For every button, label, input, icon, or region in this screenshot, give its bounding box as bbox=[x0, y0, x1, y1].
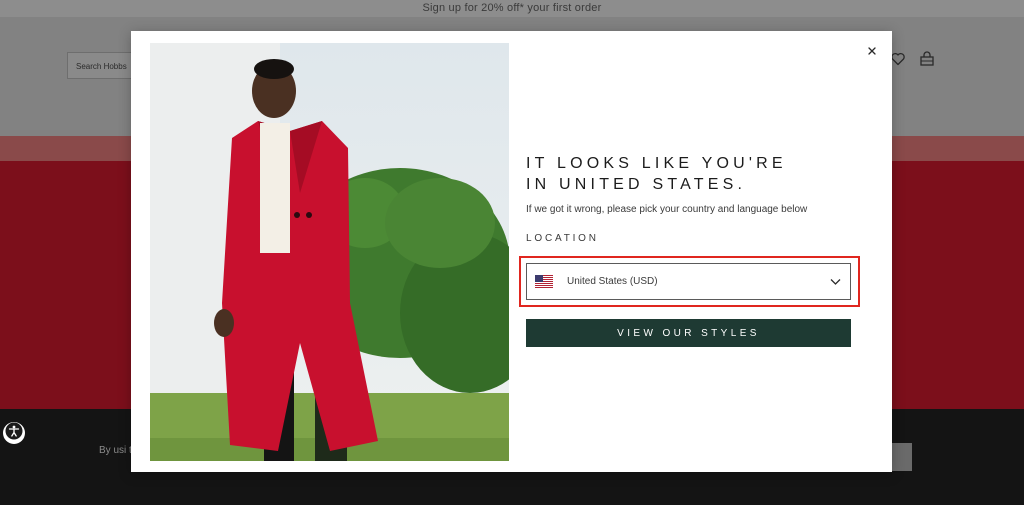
promo-bar[interactable]: Sign up for 20% off* your first order bbox=[0, 0, 1024, 17]
country-selector-modal: It looks like you're in United States. I… bbox=[131, 31, 892, 472]
modal-heading: It looks like you're in United States. bbox=[526, 153, 866, 195]
bag-icon[interactable] bbox=[919, 51, 935, 67]
modal-heading-line1: It looks like you're bbox=[526, 155, 787, 172]
us-flag-icon bbox=[535, 275, 553, 288]
accessibility-icon bbox=[5, 422, 23, 445]
close-button[interactable] bbox=[864, 43, 880, 59]
location-label: LOCATION bbox=[526, 233, 599, 244]
heart-icon[interactable] bbox=[890, 51, 906, 67]
close-icon bbox=[867, 44, 877, 59]
selected-country: United States (USD) bbox=[567, 276, 658, 287]
model-red-coat-image bbox=[150, 43, 509, 461]
modal-subtext: If we got it wrong, please pick your cou… bbox=[526, 204, 808, 215]
promo-text[interactable]: Sign up for 20% off* your first order bbox=[422, 2, 601, 14]
chevron-down-icon bbox=[829, 275, 842, 288]
search-placeholder: Search Hobbs bbox=[76, 62, 127, 71]
accessibility-button[interactable] bbox=[3, 422, 25, 444]
cookie-accept-button[interactable] bbox=[892, 443, 912, 471]
country-select[interactable]: United States (USD) bbox=[526, 263, 851, 300]
view-our-styles-button[interactable]: VIEW OUR STYLES bbox=[526, 319, 851, 347]
modal-heading-line2: in United States. bbox=[526, 176, 747, 193]
